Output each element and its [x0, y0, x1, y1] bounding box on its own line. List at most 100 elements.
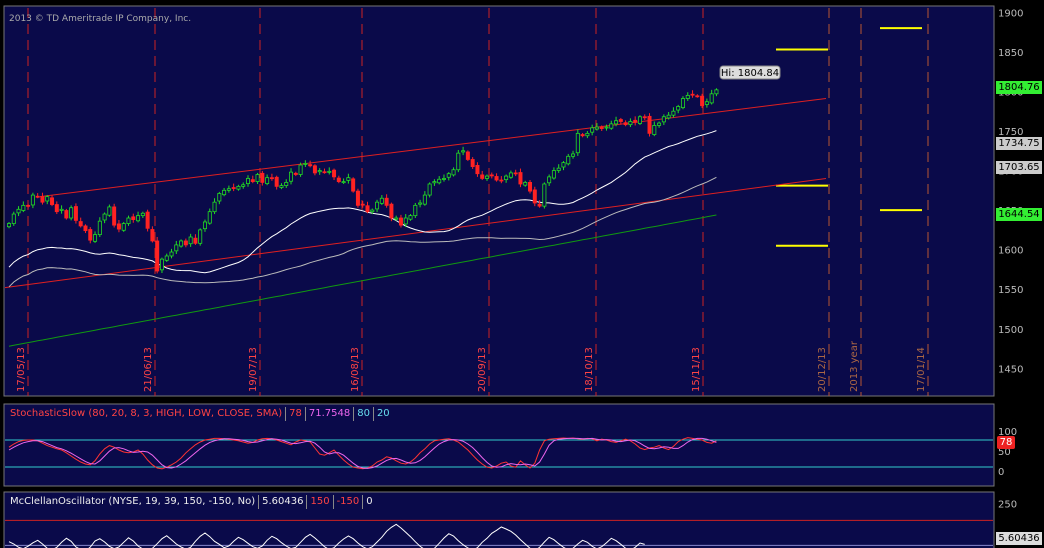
- candle-body: [317, 170, 322, 173]
- candle-body: [647, 115, 652, 134]
- candle-body: [666, 114, 671, 119]
- candle-body: [16, 208, 21, 214]
- candle-body: [484, 175, 489, 179]
- candle-body: [93, 234, 98, 242]
- candle-body: [222, 189, 227, 196]
- price-tick-label: 1500: [998, 325, 1023, 336]
- candle-body: [480, 174, 485, 179]
- price-tick-label: 1600: [998, 246, 1023, 257]
- candle-body: [174, 244, 179, 252]
- mcclellan-legend[interactable]: McClellanOscillator (NYSE, 19, 39, 150, …: [8, 494, 375, 510]
- candle-body: [355, 190, 360, 206]
- mcclellan-lower-level: -150: [336, 496, 360, 507]
- candle-body: [489, 174, 494, 177]
- candle-body: [164, 255, 169, 261]
- candle-body: [475, 165, 480, 175]
- candle-body: [351, 178, 356, 192]
- candle-body: [532, 189, 537, 204]
- candle-body: [136, 215, 141, 222]
- candle-body: [652, 125, 657, 135]
- candle-body: [379, 197, 384, 204]
- stochastic-d-value: 71.7548: [308, 408, 351, 419]
- candle-body: [226, 188, 231, 191]
- candle-body: [590, 127, 595, 133]
- candle-body: [685, 94, 690, 99]
- candle-body: [661, 116, 666, 123]
- candle-body: [456, 152, 461, 171]
- candle-body: [614, 120, 619, 125]
- candle-body: [50, 197, 55, 205]
- candle-body: [575, 132, 580, 154]
- candle-body: [279, 185, 284, 188]
- candle-body: [680, 98, 685, 109]
- stochastic-k-value: 78: [289, 408, 302, 419]
- price-tick-label: 1550: [998, 285, 1023, 296]
- candle-body: [260, 172, 265, 183]
- chart-window: { "copyright": "2013 © TD Ameritrade IP …: [0, 0, 1044, 548]
- candle-body: [83, 225, 88, 232]
- price-tick-label: 1900: [998, 8, 1023, 19]
- candle-body: [714, 89, 719, 95]
- mcclellan-upper-level: 150: [310, 496, 330, 507]
- candle-body: [637, 116, 642, 124]
- candle-body: [107, 206, 112, 216]
- candle-body: [408, 215, 413, 220]
- candle-body: [121, 223, 126, 231]
- candle-body: [112, 206, 117, 226]
- candle-body: [432, 181, 437, 184]
- candle-body: [628, 121, 633, 126]
- candle-body: [202, 221, 207, 230]
- candle-body: [54, 204, 59, 213]
- candle-body: [11, 213, 16, 224]
- candle-body: [561, 162, 566, 168]
- candle-body: [45, 196, 50, 202]
- mcclellan-tick-label: 250: [998, 500, 1017, 511]
- candle-body: [422, 194, 427, 205]
- candle-body: [88, 229, 93, 241]
- candle-body: [413, 204, 418, 217]
- candle-body: [293, 172, 298, 175]
- candle-body: [599, 126, 604, 130]
- candle-body: [461, 150, 466, 153]
- candle-body: [40, 196, 45, 203]
- ma-long-badge: 1644.54: [996, 207, 1042, 221]
- candle-body: [150, 229, 155, 242]
- stochastic-overbought-value: 80: [357, 408, 370, 419]
- candle-body: [594, 126, 599, 130]
- candle-body: [537, 203, 542, 207]
- candle-body: [523, 182, 528, 186]
- date-tick-label: 20/12/13: [817, 347, 828, 392]
- candle-body: [446, 173, 451, 178]
- candle-body: [571, 153, 576, 157]
- candle-body: [336, 177, 341, 183]
- candle-body: [580, 134, 585, 137]
- candle-body: [327, 170, 332, 173]
- candle-body: [193, 237, 198, 244]
- candle-body: [418, 202, 423, 205]
- candle-body: [269, 177, 274, 180]
- candle-body: [604, 126, 609, 129]
- date-tick-label: 19/07/13: [248, 347, 259, 392]
- candle-body: [551, 170, 556, 179]
- date-tick-label: 17/05/13: [16, 347, 27, 392]
- mcclellan-current-badge: 5.60436: [996, 532, 1042, 545]
- candle-body: [308, 164, 313, 167]
- candle-body: [26, 204, 31, 207]
- candle-body: [131, 216, 136, 220]
- candle-body: [30, 194, 35, 206]
- candle-body: [451, 169, 456, 176]
- candle-body: [389, 203, 394, 219]
- mcclellan-study-name: McClellanOscillator (NYSE, 19, 39, 150, …: [10, 496, 256, 507]
- copyright-text: 2013 © TD Ameritrade IP Company, Inc.: [9, 14, 191, 24]
- ma-mid-badge: 1703.65: [996, 161, 1042, 175]
- price-tick-label: 1450: [998, 364, 1023, 375]
- stochastic-legend[interactable]: StochasticSlow (80, 20, 8, 3, HIGH, LOW,…: [8, 406, 392, 422]
- candle-body: [360, 203, 365, 206]
- candle-body: [116, 223, 121, 230]
- chart-canvas: 17/05/13 21/06/13 19/07/13 16/08/13 20/09/13…: [3, 5, 1023, 548]
- candle-body: [437, 178, 442, 184]
- candle-body: [312, 165, 317, 174]
- candle-body: [384, 197, 389, 206]
- candle-body: [341, 181, 346, 184]
- candle-body: [265, 177, 270, 184]
